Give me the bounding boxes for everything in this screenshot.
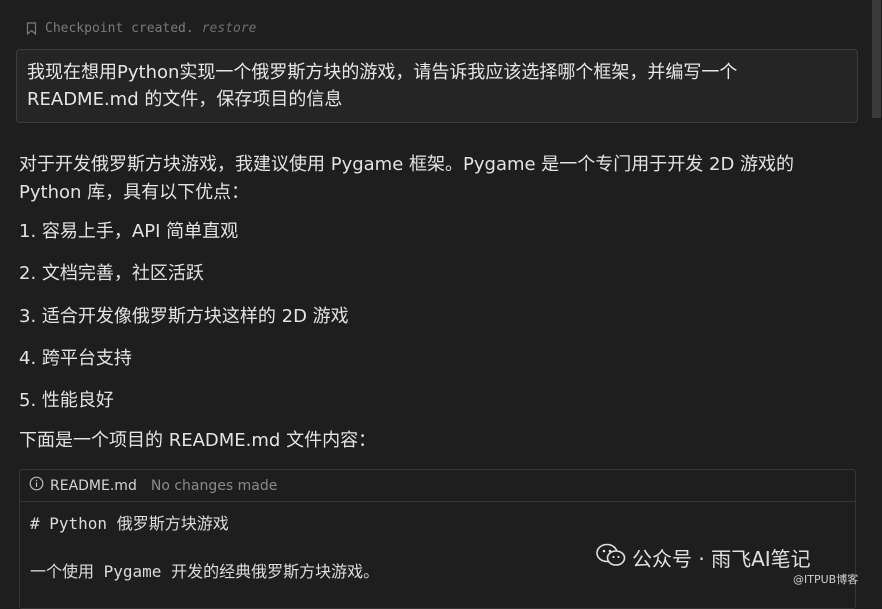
advantage-item: 2. 文档完善，社区活跃 bbox=[19, 263, 204, 284]
file-code-card: README.md No changes made # Python 俄罗斯方块… bbox=[19, 469, 856, 609]
code-line: # Python 俄罗斯方块游戏 bbox=[30, 514, 229, 533]
scrollbar-track[interactable] bbox=[870, 0, 882, 592]
response-intro-line: 对于开发俄罗斯方块游戏，我建议使用 Pygame 框架。Pygame 是一个专门… bbox=[19, 154, 795, 175]
user-message-line: 我现在想用Python实现一个俄罗斯方块的游戏，请告诉我应该选择哪个框架，并编写… bbox=[27, 62, 738, 83]
advantage-item: 4. 跨平台支持 bbox=[19, 348, 132, 369]
response-intro-line: Python 库，具有以下优点： bbox=[19, 182, 250, 203]
checkpoint-text: Checkpoint created. bbox=[45, 20, 194, 36]
scrollbar-thumb[interactable] bbox=[872, 0, 881, 118]
advantage-item: 1. 容易上手，API 简单直观 bbox=[19, 221, 239, 242]
checkpoint-bar: Checkpoint created. restore bbox=[26, 18, 257, 38]
file-status: No changes made bbox=[150, 477, 278, 494]
watermark-text: 公众号 · 雨飞AI笔记 bbox=[632, 547, 811, 571]
file-header[interactable]: README.md No changes made bbox=[20, 470, 855, 502]
advantage-item: 5. 性能良好 bbox=[19, 390, 114, 411]
user-message: 我现在想用Python实现一个俄罗斯方块的游戏，请告诉我应该选择哪个框架，并编写… bbox=[16, 49, 858, 123]
info-icon bbox=[29, 476, 44, 495]
advantage-item: 3. 适合开发像俄罗斯方块这样的 2D 游戏 bbox=[19, 306, 349, 327]
user-message-line: README.md 的文件，保存项目的信息 bbox=[27, 89, 343, 110]
file-name[interactable]: README.md bbox=[50, 478, 137, 494]
watermark-sub: @ITPUB博客 bbox=[793, 573, 859, 586]
wechat-icon bbox=[596, 543, 626, 572]
restore-link[interactable]: restore bbox=[202, 21, 257, 36]
readme-intro: 下面是一个项目的 README.md 文件内容： bbox=[19, 430, 377, 451]
bookmark-icon bbox=[26, 21, 37, 35]
watermark: 公众号 · 雨飞AI笔记 bbox=[596, 543, 811, 572]
